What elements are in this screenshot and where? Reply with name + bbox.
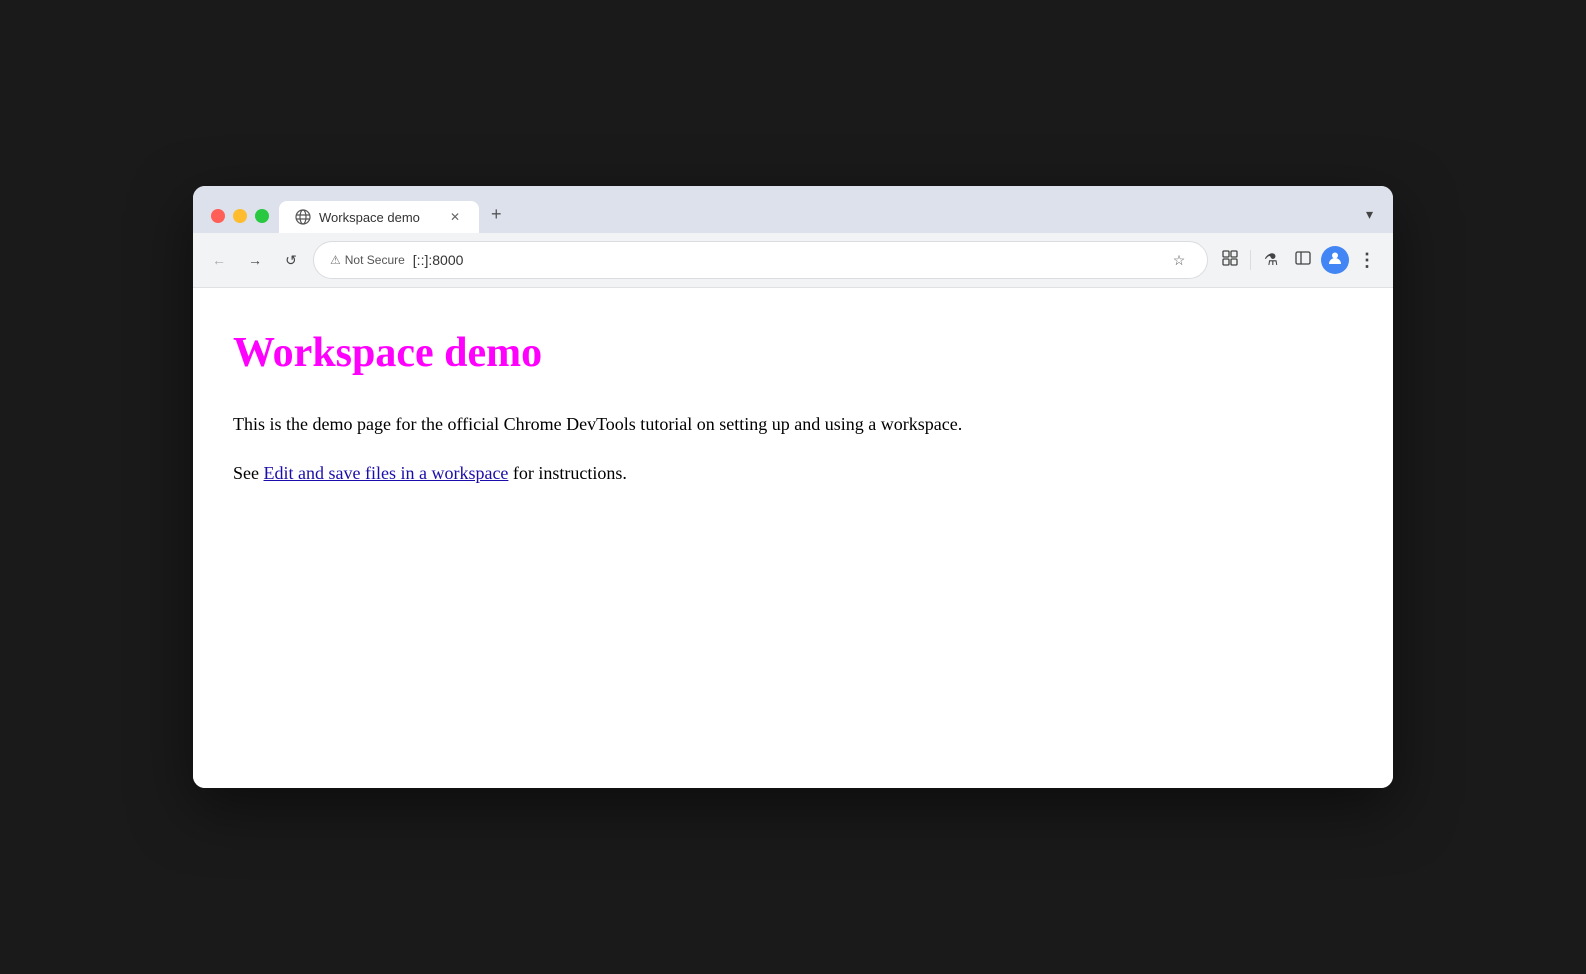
active-tab[interactable]: Workspace demo ✕ (279, 201, 479, 233)
chevron-down-icon: ▾ (1366, 206, 1373, 223)
nav-actions: ⚗ ⋮ (1216, 246, 1381, 274)
tab-favicon-icon (295, 209, 311, 225)
address-bar-actions: ☆ (1167, 248, 1191, 272)
address-bar[interactable]: ⚠ Not Secure [::]:8000 ☆ (313, 241, 1208, 279)
profile-button[interactable] (1321, 246, 1349, 274)
security-indicator: ⚠ Not Secure (330, 253, 405, 267)
refresh-button[interactable]: ↺ (277, 246, 305, 274)
browser-window: Workspace demo ✕ + ▾ ← → ↺ ⚠ Not Secure … (193, 186, 1393, 788)
traffic-light-minimize[interactable] (233, 209, 247, 223)
lab-icon: ⚗ (1264, 250, 1278, 270)
traffic-light-close[interactable] (211, 209, 225, 223)
tab-dropdown-button[interactable]: ▾ (1356, 200, 1383, 233)
profile-icon (1326, 249, 1344, 272)
page-description: This is the demo page for the official C… (233, 410, 1353, 439)
link-suffix-text: for instructions. (508, 463, 627, 483)
refresh-icon: ↺ (285, 252, 297, 269)
page-link-line: See Edit and save files in a workspace f… (233, 459, 1353, 488)
traffic-lights (203, 209, 277, 233)
forward-icon: → (248, 252, 262, 268)
lab-button[interactable]: ⚗ (1257, 246, 1285, 274)
nav-divider (1250, 250, 1251, 270)
tab-title: Workspace demo (319, 210, 439, 225)
bookmark-button[interactable]: ☆ (1167, 248, 1191, 272)
back-button[interactable]: ← (205, 246, 233, 274)
forward-button[interactable]: → (241, 246, 269, 274)
workspace-link[interactable]: Edit and save files in a workspace (264, 463, 509, 483)
warning-icon: ⚠ (330, 253, 341, 267)
sidebar-icon (1294, 249, 1312, 272)
extensions-button[interactable] (1216, 246, 1244, 274)
page-content: Workspace demo This is the demo page for… (193, 288, 1393, 788)
page-heading: Workspace demo (233, 328, 1353, 378)
tab-close-button[interactable]: ✕ (447, 209, 463, 225)
link-prefix-text: See (233, 463, 264, 483)
security-text: Not Secure (345, 253, 405, 267)
navigation-bar: ← → ↺ ⚠ Not Secure [::]:8000 ☆ (193, 233, 1393, 288)
more-icon: ⋮ (1358, 250, 1376, 271)
new-tab-button[interactable]: + (481, 196, 512, 233)
back-icon: ← (212, 252, 226, 268)
extensions-icon (1221, 249, 1239, 272)
tab-bar: Workspace demo ✕ + ▾ (193, 186, 1393, 233)
url-display[interactable]: [::]:8000 (413, 252, 1159, 268)
sidebar-toggle-button[interactable] (1289, 246, 1317, 274)
bookmark-icon: ☆ (1173, 252, 1186, 269)
traffic-light-maximize[interactable] (255, 209, 269, 223)
chrome-menu-button[interactable]: ⋮ (1353, 246, 1381, 274)
